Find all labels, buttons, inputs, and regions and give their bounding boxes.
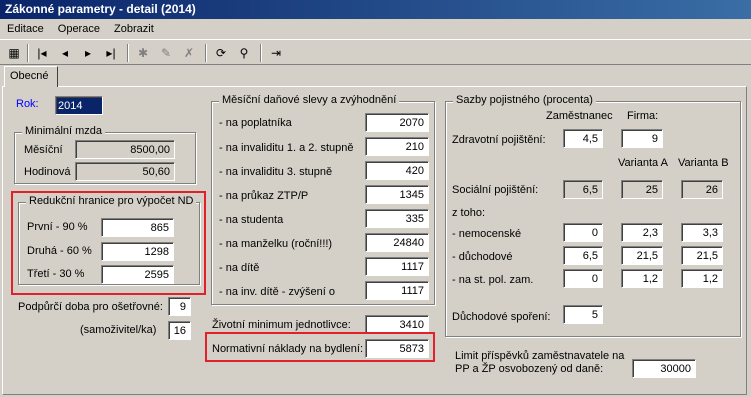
varianta-b-header: Varianta B [678,157,729,169]
slevy-input-5[interactable]: 335 [365,209,429,228]
limit-input[interactable]: 30000 [632,359,696,378]
varianta-a-header: Varianta A [618,157,668,169]
slevy-label-6: - na manželku (roční!!!) [219,238,333,250]
slevy-input-4[interactable]: 1345 [365,185,429,204]
duchodove-a-input[interactable]: 21,5 [621,246,663,265]
st-pol-b-input[interactable]: 1,2 [681,269,723,288]
find-icon[interactable]: ⚲ [234,44,254,62]
sazby-firma-header: Firma: [627,110,659,122]
edit-record-icon[interactable]: ✎ [156,44,176,62]
min-mzda-mesicni-field: 8500,00 [75,140,175,159]
min-mzda-hodinova-label: Hodinová [24,166,71,178]
slevy-input-8[interactable]: 1117 [365,281,429,300]
slevy-title: Měsíční daňové slevy a zvýhodnění [219,94,400,106]
st-pol-zam-input[interactable]: 0 [563,269,603,288]
socialni-a-field: 25 [621,180,663,199]
limit-label-line1: Limit příspěvků zaměstnavatele na [455,350,625,362]
toolbar-separator [27,44,29,62]
menu-zobrazit[interactable]: Zobrazit [107,19,158,39]
podpurci-label: Podpůrčí doba pro ošetřovné: [18,301,163,313]
next-record-icon[interactable]: ▸ [78,44,98,62]
socialni-label: Sociální pojištění: [452,184,539,196]
prev-record-icon[interactable]: ◂ [55,44,75,62]
min-mzda-title: Minimální mzda [22,125,106,137]
slevy-input-3[interactable]: 420 [365,161,429,180]
slevy-label-2: - na invaliditu 1. a 2. stupně [219,142,354,154]
socialni-zam-field: 6,5 [563,180,603,199]
zivotni-minimum-label: Životní minimum jednotlivce: [212,319,351,331]
nemocenske-label: - nemocenské [452,228,522,240]
exit-icon[interactable]: ⇥ [266,44,286,62]
new-record-icon[interactable]: ✱ [133,44,153,62]
zdravotni-firma-input[interactable]: 9 [621,129,663,148]
nemocenske-b-input[interactable]: 3,3 [681,223,723,242]
sazby-title: Sazby pojistného (procenta) [453,94,596,106]
slevy-input-1[interactable]: 2070 [365,113,429,132]
slevy-input-2[interactable]: 210 [365,137,429,156]
nemocenske-zam-input[interactable]: 0 [563,223,603,242]
sazby-zamestnanec-header: Zaměstnanec [546,110,613,122]
zdravotni-label: Zdravotní pojištění: [452,134,546,146]
slevy-label-8: - na inv. dítě - zvýšení o [219,286,335,298]
nemocenske-a-input[interactable]: 2,3 [621,223,663,242]
podpurci-samozivitel-label: (samoživitel/ka) [80,324,157,336]
first-record-icon[interactable]: |◂ [32,44,52,62]
slevy-label-4: - na průkaz ZTP/P [219,190,309,202]
menu-operace[interactable]: Operace [51,19,104,39]
duchodove-label: - důchodové [452,251,513,263]
slevy-label-1: - na poplatníka [219,117,292,129]
toolbar-separator [127,44,129,62]
duchodove-sporeni-input[interactable]: 5 [563,305,603,324]
tab-label: Obecné [10,70,49,82]
zdravotni-zam-input[interactable]: 4,5 [563,129,603,148]
window-title: Zákonné parametry - detail (2014) [5,2,196,16]
slevy-label-3: - na invaliditu 3. stupně [219,166,333,178]
st-pol-a-input[interactable]: 1,2 [621,269,663,288]
slevy-label-7: - na dítě [219,262,260,274]
window-title-bar: Zákonné parametry - detail (2014) [0,0,751,19]
min-mzda-mesicni-label: Měsíční [24,144,63,156]
limit-label-line2: PP a ŽP osvobozený od daně: [455,363,604,375]
st-pol-label: - na st. pol. zam. [452,274,534,286]
duchodove-sporeni-label: Důchodové spoření: [452,311,551,323]
duchodove-zam-input[interactable]: 6,5 [563,246,603,265]
slevy-input-7[interactable]: 1117 [365,257,429,276]
duchodove-b-input[interactable]: 21,5 [681,246,723,265]
toolbar-separator [205,44,207,62]
grid-icon[interactable]: ▦ [4,44,24,62]
last-record-icon[interactable]: ▸| [101,44,121,62]
refresh-icon[interactable]: ⟳ [211,44,231,62]
menu-bar: Editace Operace Zobrazit [0,19,751,39]
ztoho-label: z toho: [452,207,486,219]
socialni-b-field: 26 [681,180,723,199]
podpurci-input[interactable]: 9 [168,297,191,316]
rok-input[interactable]: 2014 [55,96,103,115]
toolbar-separator [260,44,262,62]
slevy-input-6[interactable]: 24840 [365,233,429,252]
normativni-highlight [205,332,435,362]
min-mzda-hodinova-field: 50,60 [75,162,175,181]
redukcni-highlight [11,191,206,295]
slevy-label-5: - na studenta [219,214,284,226]
delete-record-icon[interactable]: ✗ [179,44,199,62]
podpurci-samozivitel-input[interactable]: 16 [168,321,191,340]
toolbar: ▦ |◂ ◂ ▸ ▸| ✱ ✎ ✗ ⟳ ⚲ ⇥ [0,39,751,65]
rok-label: Rok: [16,98,39,110]
menu-editace[interactable]: Editace [0,19,48,39]
tab-obecne[interactable]: Obecné [4,66,58,87]
